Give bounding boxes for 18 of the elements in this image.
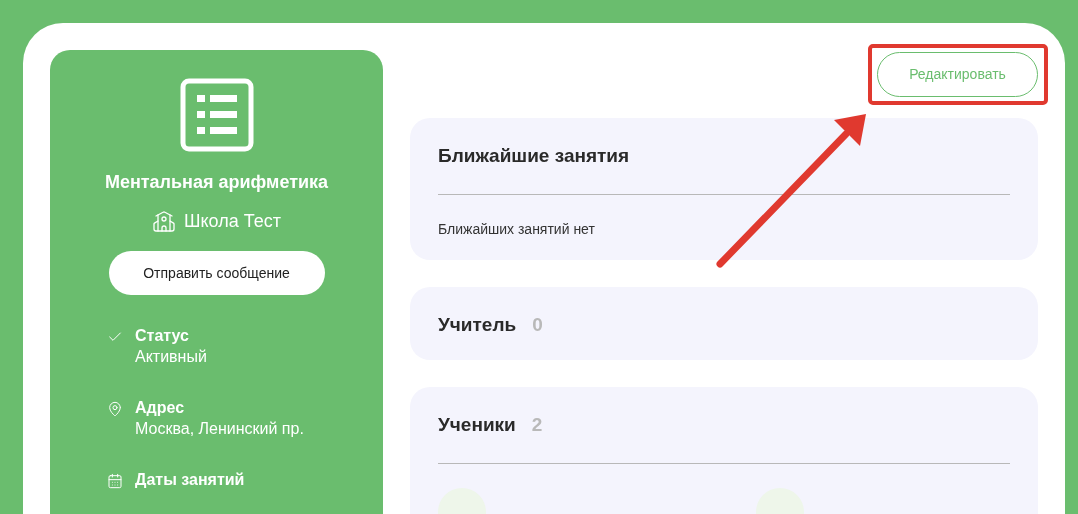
info-label: Адрес bbox=[135, 398, 186, 418]
info-label: Даты занятий bbox=[135, 470, 245, 490]
info-value: Москва, Ленинский пр. bbox=[135, 419, 304, 439]
section-count: 2 bbox=[531, 412, 543, 437]
info-value: Активный bbox=[135, 347, 207, 367]
section-count: 0 bbox=[532, 313, 543, 337]
empty-message: Ближайших занятий нет bbox=[438, 220, 596, 239]
info-label: Статус bbox=[135, 326, 190, 346]
send-message-button[interactable]: Отправить сообщение bbox=[108, 251, 325, 295]
calendar-icon bbox=[107, 473, 123, 489]
map-pin-icon bbox=[107, 401, 123, 417]
school-name: Школа Тест bbox=[184, 210, 281, 233]
list-icon bbox=[179, 78, 254, 152]
section-title: Ближайшие занятия bbox=[438, 143, 630, 168]
section-title: Ученики bbox=[438, 412, 516, 437]
section-title: Учитель bbox=[438, 313, 517, 337]
school-icon bbox=[152, 209, 176, 234]
course-title: Ментальная арифметика bbox=[104, 171, 329, 194]
